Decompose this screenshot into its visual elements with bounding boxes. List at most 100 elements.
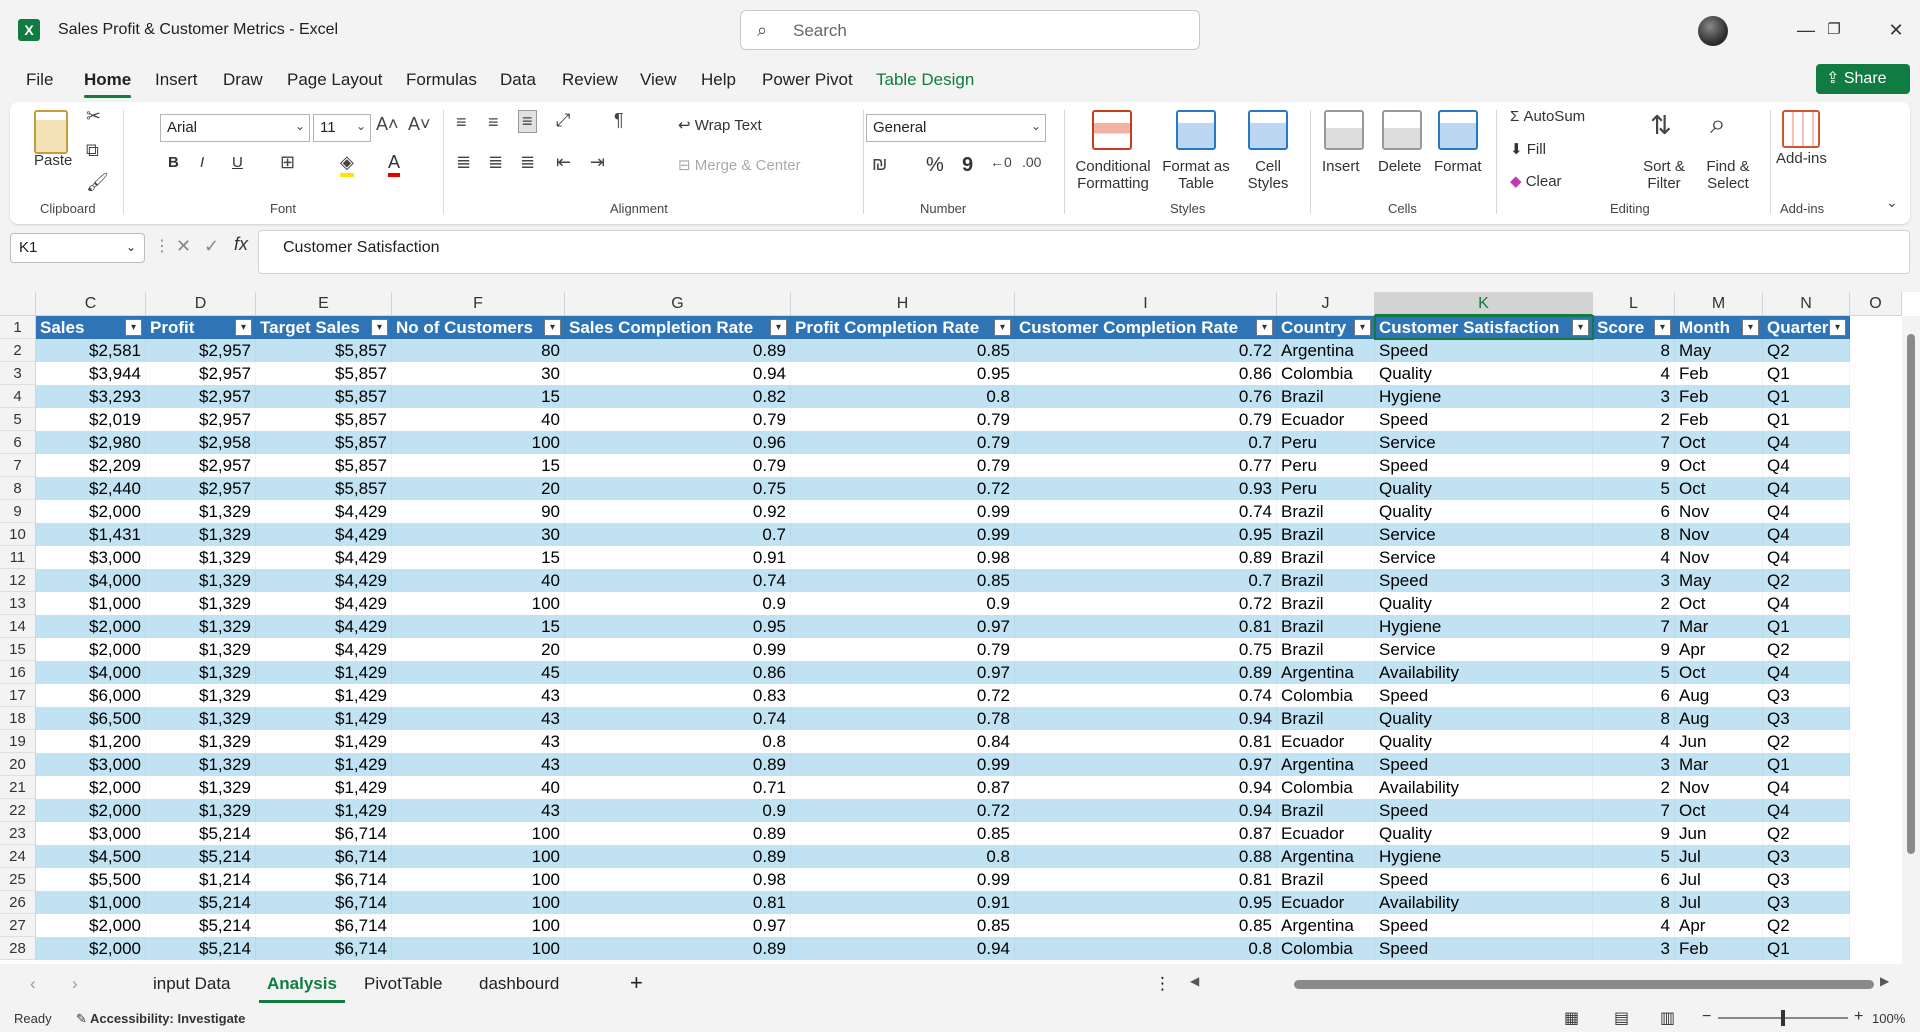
table-cell[interactable]: Q3 — [1763, 868, 1850, 891]
table-cell[interactable]: 100 — [392, 891, 565, 914]
find-select-icon[interactable]: ⌕ — [1710, 108, 1726, 141]
add-sheet-button[interactable]: + — [630, 970, 643, 996]
table-cell[interactable]: Ecuador — [1277, 408, 1375, 431]
paragraph-direction-icon[interactable]: ¶ — [614, 110, 624, 131]
table-header-cell[interactable]: Customer Completion Rate ▾ — [1015, 316, 1277, 339]
table-cell[interactable]: 20 — [392, 638, 565, 661]
table-cell[interactable]: 0.97 — [1015, 753, 1277, 776]
table-cell[interactable]: Quality — [1375, 477, 1593, 500]
select-all-corner[interactable] — [0, 292, 36, 316]
table-cell[interactable]: Q4 — [1763, 523, 1850, 546]
table-cell[interactable]: $5,857 — [256, 362, 392, 385]
copy-icon[interactable]: ⧉ — [86, 140, 99, 161]
table-cell[interactable]: 0.94 — [1015, 799, 1277, 822]
table-cell[interactable]: 0.89 — [1015, 546, 1277, 569]
table-cell[interactable]: 0.88 — [1015, 845, 1277, 868]
table-cell[interactable]: $2,000 — [36, 615, 146, 638]
filter-dropdown-icon[interactable]: ▾ — [1572, 319, 1589, 336]
table-cell[interactable]: Oct — [1675, 477, 1763, 500]
row-header[interactable]: 20 — [0, 753, 36, 776]
horizontal-scrollbar[interactable]: ◀ ▶ — [1190, 974, 1890, 992]
table-cell[interactable]: Speed — [1375, 569, 1593, 592]
table-cell[interactable]: 0.79 — [565, 408, 791, 431]
table-cell[interactable]: Peru — [1277, 431, 1375, 454]
table-cell[interactable]: Brazil — [1277, 707, 1375, 730]
table-cell[interactable]: $5,214 — [146, 914, 256, 937]
row-header[interactable]: 1 — [0, 316, 36, 339]
table-cell[interactable]: 3 — [1593, 753, 1675, 776]
table-cell[interactable]: $2,000 — [36, 638, 146, 661]
table-cell[interactable]: 2 — [1593, 408, 1675, 431]
table-cell[interactable]: 0.7 — [565, 523, 791, 546]
share-button[interactable]: ⇪ Share — [1816, 64, 1910, 94]
fill-button[interactable]: ⬇ Fill — [1510, 140, 1546, 158]
sort-filter-button[interactable]: Sort & Filter — [1636, 158, 1692, 192]
table-cell[interactable]: Mar — [1675, 615, 1763, 638]
table-cell[interactable]: $5,857 — [256, 454, 392, 477]
table-cell[interactable]: Availability — [1375, 661, 1593, 684]
table-cell[interactable]: $5,214 — [146, 845, 256, 868]
table-cell[interactable]: Quality — [1375, 822, 1593, 845]
column-header-m[interactable]: M — [1675, 292, 1763, 316]
table-header-cell[interactable]: Sales Completion Rate ▾ — [565, 316, 791, 339]
table-cell[interactable]: $5,857 — [256, 477, 392, 500]
table-cell[interactable]: Nov — [1675, 546, 1763, 569]
table-cell[interactable]: Hygiene — [1375, 615, 1593, 638]
vertical-scrollbar[interactable] — [1902, 316, 1920, 964]
row-header[interactable]: 15 — [0, 638, 36, 661]
table-cell[interactable]: $1,429 — [256, 753, 392, 776]
table-cell[interactable]: 0.85 — [791, 822, 1015, 845]
format-cells-icon[interactable] — [1438, 110, 1478, 150]
column-header-i[interactable]: I — [1015, 292, 1277, 316]
column-header-n[interactable]: N — [1763, 292, 1850, 316]
table-cell[interactable]: 0.89 — [565, 845, 791, 868]
table-cell[interactable]: $3,944 — [36, 362, 146, 385]
table-cell[interactable]: Argentina — [1277, 661, 1375, 684]
table-cell[interactable]: Peru — [1277, 477, 1375, 500]
insert-cells-icon[interactable] — [1324, 110, 1364, 150]
cut-icon[interactable]: ✂ — [86, 106, 101, 127]
table-cell[interactable]: Colombia — [1277, 937, 1375, 960]
row-header[interactable]: 13 — [0, 592, 36, 615]
underline-button[interactable]: U — [232, 154, 243, 171]
filter-dropdown-icon[interactable]: ▾ — [770, 319, 787, 336]
bold-button[interactable]: B — [168, 154, 179, 171]
table-cell[interactable]: Q1 — [1763, 362, 1850, 385]
table-cell[interactable]: Quality — [1375, 362, 1593, 385]
table-cell[interactable]: 9 — [1593, 822, 1675, 845]
table-cell[interactable]: $6,714 — [256, 822, 392, 845]
table-cell[interactable]: 6 — [1593, 868, 1675, 891]
table-cell[interactable]: Q2 — [1763, 730, 1850, 753]
column-header-f[interactable]: F — [392, 292, 565, 316]
table-cell[interactable]: Oct — [1675, 431, 1763, 454]
table-cell[interactable]: Q2 — [1763, 914, 1850, 937]
table-cell[interactable]: 0.91 — [565, 546, 791, 569]
table-cell[interactable]: $5,857 — [256, 385, 392, 408]
align-center-icon[interactable]: ≣ — [488, 152, 503, 173]
table-cell[interactable]: Hygiene — [1375, 845, 1593, 868]
table-cell[interactable]: Oct — [1675, 454, 1763, 477]
table-cell[interactable]: Aug — [1675, 707, 1763, 730]
table-cell[interactable]: $3,000 — [36, 753, 146, 776]
table-cell[interactable]: Argentina — [1277, 339, 1375, 362]
filter-dropdown-icon[interactable]: ▾ — [371, 319, 388, 336]
row-header[interactable]: 6 — [0, 431, 36, 454]
table-cell[interactable]: 0.9 — [791, 592, 1015, 615]
table-cell[interactable]: Brazil — [1277, 868, 1375, 891]
table-cell[interactable]: 0.91 — [791, 891, 1015, 914]
table-cell[interactable]: Speed — [1375, 914, 1593, 937]
column-header-c[interactable]: C — [36, 292, 146, 316]
table-cell[interactable]: Speed — [1375, 937, 1593, 960]
table-cell[interactable]: 8 — [1593, 707, 1675, 730]
table-cell[interactable]: 0.74 — [1015, 684, 1277, 707]
align-middle-icon[interactable]: ≡ — [488, 112, 499, 133]
table-cell[interactable]: 0.95 — [1015, 891, 1277, 914]
table-cell[interactable]: $1,329 — [146, 684, 256, 707]
table-cell[interactable]: Brazil — [1277, 592, 1375, 615]
table-cell[interactable]: Mar — [1675, 753, 1763, 776]
table-cell[interactable]: 0.85 — [791, 569, 1015, 592]
table-cell[interactable]: 100 — [392, 914, 565, 937]
scroll-right-icon[interactable]: ▶ — [1880, 974, 1889, 988]
table-cell[interactable]: 0.79 — [791, 638, 1015, 661]
table-cell[interactable]: 4 — [1593, 730, 1675, 753]
